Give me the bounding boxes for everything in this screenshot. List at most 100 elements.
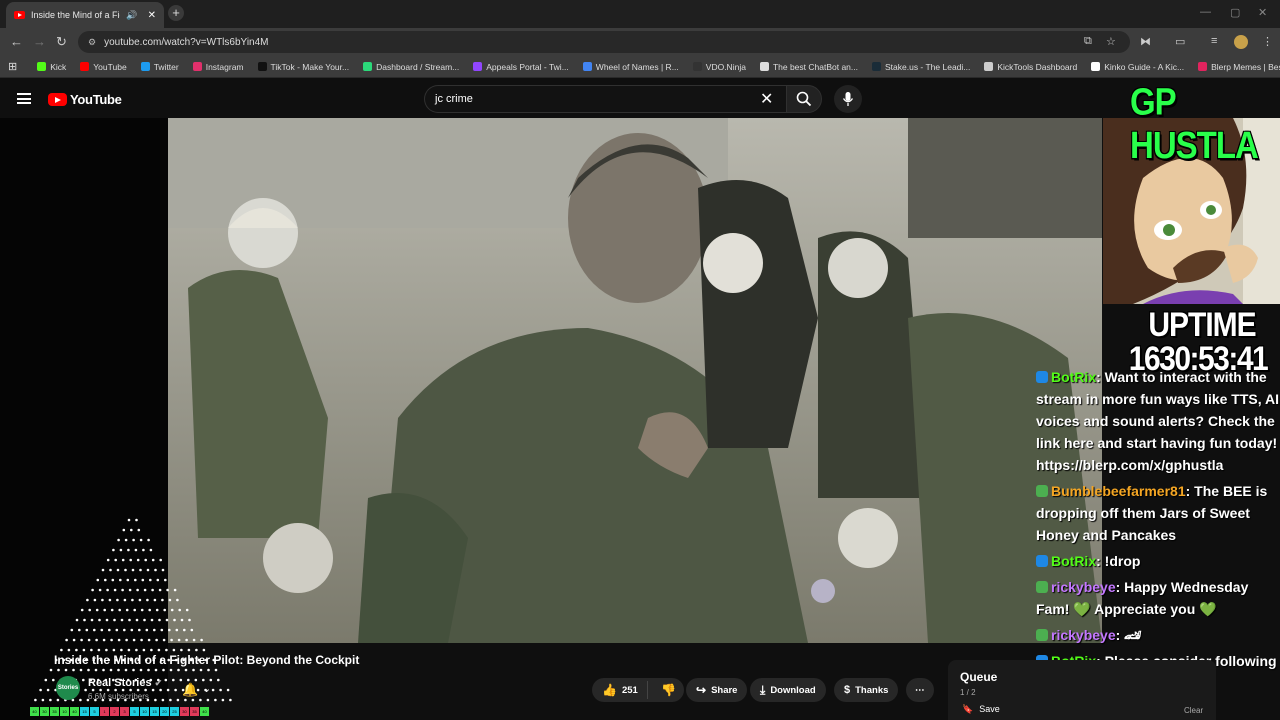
reload-icon[interactable]: ↻ xyxy=(56,34,67,50)
queue-clear-button[interactable]: Clear xyxy=(1184,706,1203,715)
bookmark-item[interactable]: VDO.Ninja xyxy=(692,62,746,72)
decor-dot xyxy=(116,568,120,572)
decor-dot xyxy=(209,678,213,682)
bookmark-favicon-icon xyxy=(37,62,47,71)
media-controls-icon[interactable]: ≡ xyxy=(1211,35,1217,47)
palette-swatch: 40 xyxy=(70,707,79,716)
decor-dot xyxy=(135,518,138,522)
notification-bell-icon[interactable]: 🔔 xyxy=(182,682,198,698)
menu-icon[interactable] xyxy=(17,93,31,104)
new-tab-button[interactable]: + xyxy=(168,5,184,21)
decor-dot xyxy=(57,668,60,672)
queue-save-button[interactable]: 🔖 Save xyxy=(962,704,1000,715)
bookmark-item[interactable]: Stake.us - The Leadi... xyxy=(872,62,970,72)
browser-menu-icon[interactable]: ⋮ xyxy=(1262,35,1273,48)
streamer-brand-text: GP HUSTLA xyxy=(1130,80,1259,167)
decor-dot xyxy=(112,548,115,552)
like-button[interactable]: 👍 251 xyxy=(592,681,648,699)
palette-swatch: 10 xyxy=(140,707,149,716)
thanks-button[interactable]: $ Thanks xyxy=(834,678,899,702)
palette-swatch: 3 xyxy=(120,707,129,716)
decor-dot xyxy=(124,668,128,672)
speaker-icon[interactable]: 🔊 xyxy=(126,10,137,21)
decor-dot xyxy=(130,528,133,532)
bookmark-item[interactable]: The best ChatBot an... xyxy=(759,62,858,72)
bookmark-item[interactable]: Wheel of Names | R... xyxy=(582,61,679,72)
cast-icon[interactable]: ▭ xyxy=(1175,35,1185,48)
site-info-icon[interactable]: ⚙ xyxy=(88,37,96,48)
url-field[interactable]: ⚙ youtube.com/watch?v=WTls6bYin4M xyxy=(78,31,1130,53)
voice-search-button[interactable] xyxy=(834,85,862,113)
decor-dot xyxy=(114,688,117,692)
maximize-icon[interactable]: ▢ xyxy=(1230,6,1240,19)
window-close-icon[interactable]: ✕ xyxy=(1258,6,1267,19)
tab-close-icon[interactable]: ✕ xyxy=(148,10,156,21)
palette-swatch: 35 xyxy=(190,707,199,716)
bookmark-item[interactable]: Kick xyxy=(37,62,66,72)
bookmark-item[interactable]: Appeals Portal - Twi... xyxy=(473,62,569,72)
decor-dot xyxy=(106,558,110,562)
bookmark-item[interactable]: Instagram xyxy=(192,62,244,72)
browser-tab[interactable]: Inside the Mind of a Fighter 🔊 ✕ xyxy=(6,2,164,28)
bookmark-star-icon[interactable]: ☆ xyxy=(1106,35,1116,48)
bookmark-item[interactable]: TikTok - Make Your... xyxy=(257,62,349,72)
decor-dot xyxy=(169,668,173,672)
decor-dot xyxy=(101,598,104,602)
decor-dot xyxy=(113,618,116,622)
bookmark-favicon-icon xyxy=(80,62,90,71)
more-actions-button[interactable]: ⋯ xyxy=(906,678,934,702)
palette-swatch: 15 xyxy=(80,707,89,716)
youtube-logo[interactable]: YouTube xyxy=(48,92,122,107)
bookmark-favicon-icon xyxy=(192,62,202,71)
dislike-button[interactable]: 👎 xyxy=(653,683,676,697)
decor-dot xyxy=(217,678,220,682)
decor-dot xyxy=(164,678,168,682)
video-title: Inside the Mind of a Fighter Pilot: Beyo… xyxy=(54,653,360,667)
channel-name[interactable]: Real Stories ✔ xyxy=(88,677,162,689)
decor-dot xyxy=(168,628,171,632)
chat-badge-icon xyxy=(1036,555,1048,567)
bookmark-label: Stake.us - The Leadi... xyxy=(885,61,971,72)
bookmark-item[interactable]: Blerp Memes | Best... xyxy=(1198,62,1280,72)
extensions-icon[interactable]: ⧓ xyxy=(1140,35,1151,48)
decor-dot xyxy=(143,588,147,592)
bookmark-label: Wheel of Names | R... xyxy=(595,61,679,72)
decor-dot xyxy=(140,638,143,642)
bookmark-item[interactable]: KickTools Dashboard xyxy=(984,62,1077,72)
bookmark-favicon-icon xyxy=(140,62,150,71)
decor-dot xyxy=(164,578,167,582)
search-icon xyxy=(796,91,812,107)
download-button[interactable]: ⤓ Download xyxy=(750,678,826,702)
bookmark-item[interactable]: Kinko Guide - A Kic... xyxy=(1091,62,1184,72)
profile-avatar[interactable] xyxy=(1234,35,1248,49)
subscriber-count: 6.6M subscribers xyxy=(88,692,149,701)
clear-search-icon[interactable]: ✕ xyxy=(760,89,773,109)
channel-avatar[interactable]: Stories xyxy=(56,676,80,700)
decor-dot xyxy=(165,648,168,652)
search-input[interactable]: jc crime xyxy=(424,85,786,113)
search-button[interactable] xyxy=(786,85,822,113)
bookmark-item[interactable]: Twitter xyxy=(140,62,179,72)
decor-dot xyxy=(127,548,130,552)
decor-dot xyxy=(85,628,89,632)
minimize-icon[interactable]: — xyxy=(1200,6,1211,18)
chevron-down-icon[interactable]: ⌄ xyxy=(202,682,211,695)
back-arrow-icon[interactable]: ← xyxy=(10,34,23,49)
decor-dot xyxy=(148,608,151,612)
bookmark-item[interactable]: YouTube xyxy=(80,62,127,72)
apps-grid-icon[interactable]: ⊞ xyxy=(8,60,17,73)
decor-dot xyxy=(126,578,130,582)
bookmark-item[interactable]: Dashboard / Stream... xyxy=(363,62,459,72)
decor-dot xyxy=(162,638,166,642)
decor-dot xyxy=(162,668,165,672)
decor-dot xyxy=(60,648,63,652)
install-app-icon[interactable]: ⧉ xyxy=(1084,35,1092,48)
decor-dot xyxy=(155,608,159,612)
forward-arrow-icon[interactable]: → xyxy=(33,34,46,49)
share-button[interactable]: ↪ Share xyxy=(686,678,748,702)
decor-dot xyxy=(143,618,146,622)
queue-save-label: Save xyxy=(979,704,1000,714)
video-player[interactable] xyxy=(168,118,1102,643)
color-palette-strip: 40 30 35 10 40 15 5 1 2 3 5 10 15 20 25 30 35 40 xyxy=(30,707,209,716)
decor-dot xyxy=(190,628,194,632)
